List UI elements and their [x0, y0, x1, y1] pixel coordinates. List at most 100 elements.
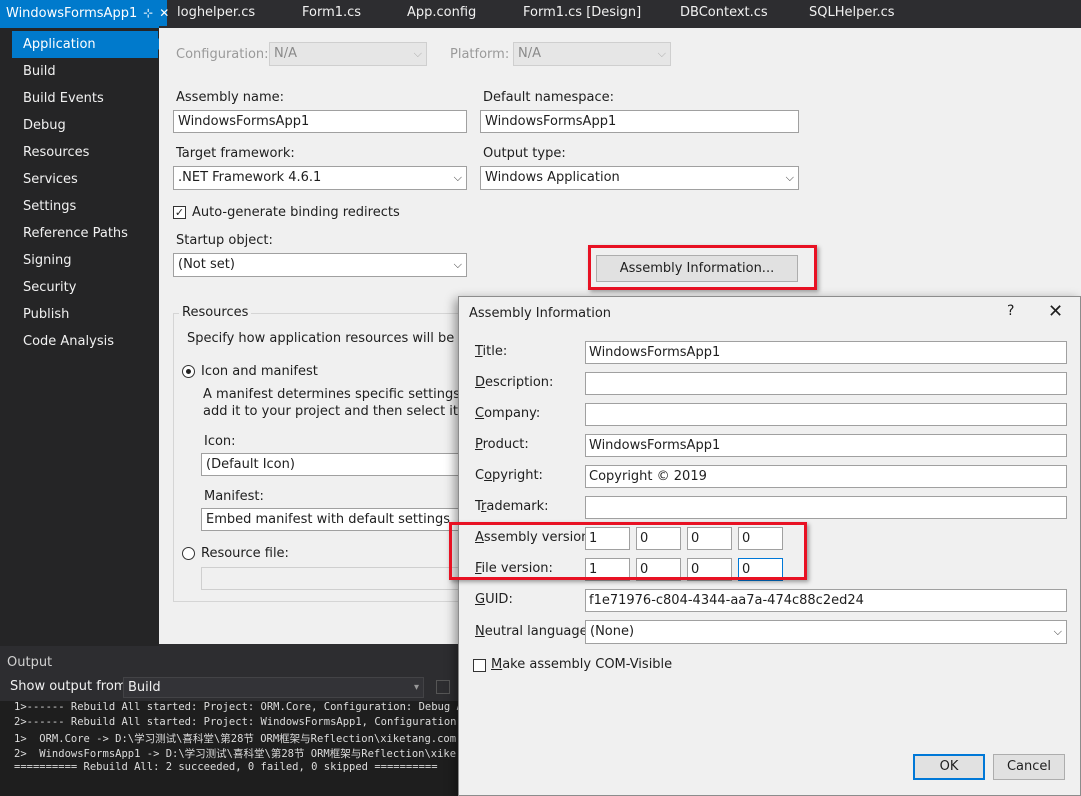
sidebar-item-services[interactable]: Services: [12, 166, 158, 193]
icon-label: Icon:: [204, 434, 236, 449]
sidebar-item-build-events[interactable]: Build Events: [12, 85, 158, 112]
output-line: 2> WindowsFormsApp1 -> D:\学习测试\喜科堂\第28节 …: [14, 748, 457, 760]
output-type-value: Windows Application: [485, 170, 620, 185]
icon-manifest-radio[interactable]: [182, 365, 195, 378]
chevron-down-icon: ⌵: [785, 171, 794, 184]
neutral-language-value: (None): [590, 624, 635, 639]
assembly-information-dialog: Assembly Information ? ✕ Title: WindowsF…: [449, 296, 1081, 796]
resource-file-input[interactable]: [201, 567, 463, 590]
assembly-name-input[interactable]: WindowsFormsApp1: [173, 110, 467, 133]
project-properties-nav: Application Build Build Events Debug Res…: [0, 26, 164, 646]
auto-binding-checkbox[interactable]: ✓: [173, 206, 186, 219]
configuration-select[interactable]: N/A ⌵: [269, 42, 427, 66]
default-namespace-label: Default namespace:: [483, 90, 615, 105]
sidebar-item-publish[interactable]: Publish: [12, 301, 158, 328]
pin-icon[interactable]: ⊹: [143, 0, 153, 26]
auto-binding-label: Auto-generate binding redirects: [192, 205, 400, 220]
sidebar-item-settings[interactable]: Settings: [12, 193, 158, 220]
manifest-label: Manifest:: [204, 489, 264, 504]
startup-object-value: (Not set): [178, 257, 235, 272]
title-label: Title:: [475, 344, 508, 359]
output-line: ========== Rebuild All: 2 succeeded, 0 f…: [14, 761, 438, 773]
chevron-down-icon: ⌵: [453, 171, 462, 184]
chevron-down-icon: ⌵: [1053, 625, 1062, 638]
default-namespace-input[interactable]: WindowsFormsApp1: [480, 110, 799, 133]
tab-loghelper[interactable]: loghelper.cs: [177, 0, 255, 26]
platform-select[interactable]: N/A ⌵: [513, 42, 671, 66]
tab-form1-cs[interactable]: Form1.cs: [302, 0, 361, 26]
tab-dbcontext[interactable]: DBContext.cs: [680, 0, 768, 26]
output-line: 1> ORM.Core -> D:\学习测试\喜科堂\第28节 ORM框架与Re…: [14, 733, 457, 745]
output-type-select[interactable]: Windows Application ⌵: [480, 166, 799, 190]
chevron-down-icon: ⌵: [657, 47, 666, 60]
resource-file-label: Resource file:: [201, 546, 289, 561]
product-input[interactable]: WindowsFormsApp1: [585, 434, 1067, 457]
neutral-language-label: Neutral language:: [475, 624, 593, 639]
com-visible-checkbox[interactable]: [473, 659, 486, 672]
cancel-button[interactable]: Cancel: [993, 754, 1065, 780]
chevron-down-icon: ▾: [413, 682, 419, 693]
tab-app-config[interactable]: App.config: [407, 0, 476, 26]
sidebar-item-application[interactable]: Application: [12, 31, 164, 58]
tab-form1-design[interactable]: Form1.cs [Design]: [523, 0, 641, 26]
show-output-select[interactable]: Build ▾: [123, 677, 424, 698]
target-framework-select[interactable]: .NET Framework 4.6.1 ⌵: [173, 166, 467, 190]
neutral-language-select[interactable]: (None) ⌵: [585, 620, 1067, 644]
title-input[interactable]: WindowsFormsApp1: [585, 341, 1067, 364]
tab-label: WindowsFormsApp1: [6, 6, 138, 21]
icon-select[interactable]: (Default Icon): [201, 453, 463, 476]
chevron-down-icon: ⌵: [413, 47, 422, 60]
close-icon[interactable]: ✕: [1048, 301, 1063, 322]
highlight-box-assembly-button: [588, 245, 817, 290]
startup-object-label: Startup object:: [176, 233, 273, 248]
copyright-input[interactable]: Copyright © 2019: [585, 465, 1067, 488]
close-icon[interactable]: ✕: [159, 0, 169, 26]
trademark-input[interactable]: [585, 496, 1067, 519]
manifest-description-2: add it to your project and then select i…: [203, 404, 493, 419]
tab-sqlhelper[interactable]: SQLHelper.cs: [809, 0, 895, 26]
description-input[interactable]: [585, 372, 1067, 395]
tab-windowsformsapp1[interactable]: WindowsFormsApp1 ⊹ ✕: [0, 0, 169, 26]
resource-file-radio[interactable]: [182, 547, 195, 560]
chevron-down-icon: ⌵: [453, 258, 462, 271]
output-line: 2>------ Rebuild All started: Project: W…: [14, 716, 482, 728]
sidebar-item-security[interactable]: Security: [12, 274, 158, 301]
ok-button[interactable]: OK: [913, 754, 985, 780]
highlight-box-versions: [449, 522, 807, 580]
startup-object-select[interactable]: (Not set) ⌵: [173, 253, 467, 277]
sidebar-item-build[interactable]: Build: [12, 58, 158, 85]
clear-output-icon[interactable]: [436, 680, 450, 694]
sidebar-item-debug[interactable]: Debug: [12, 112, 158, 139]
show-output-label: Show output from:: [10, 679, 131, 694]
platform-label: Platform:: [450, 47, 510, 62]
assembly-name-label: Assembly name:: [176, 90, 285, 105]
document-tab-strip: WindowsFormsApp1 ⊹ ✕ loghelper.cs Form1.cs…: [0, 0, 1081, 26]
output-line: 1>------ Rebuild All started: Project: O…: [14, 701, 476, 713]
sidebar-item-code-analysis[interactable]: Code Analysis: [12, 328, 158, 355]
copyright-label: Copyright:: [475, 468, 543, 483]
platform-value: N/A: [518, 46, 541, 61]
company-label: Company:: [475, 406, 541, 421]
company-input[interactable]: [585, 403, 1067, 426]
dialog-title: Assembly Information: [469, 306, 612, 321]
configuration-label: Configuration:: [176, 47, 269, 62]
configuration-value: N/A: [274, 46, 297, 61]
guid-input[interactable]: f1e71976-c804-4344-aa7a-474c88c2ed24: [585, 589, 1067, 612]
resources-group-label: Resources: [179, 305, 252, 320]
icon-manifest-label: Icon and manifest: [201, 364, 318, 379]
description-label: Description:: [475, 375, 554, 390]
sidebar-item-resources[interactable]: Resources: [12, 139, 158, 166]
target-framework-value: .NET Framework 4.6.1: [178, 170, 322, 185]
output-type-label: Output type:: [483, 146, 566, 161]
sidebar-item-reference-paths[interactable]: Reference Paths: [12, 220, 158, 247]
help-icon[interactable]: ?: [1007, 303, 1014, 319]
guid-label: GUID:: [475, 592, 513, 607]
sidebar-item-signing[interactable]: Signing: [12, 247, 158, 274]
resources-description: Specify how application resources will b…: [187, 331, 496, 346]
target-framework-label: Target framework:: [176, 146, 295, 161]
show-output-value: Build: [128, 680, 161, 695]
manifest-select[interactable]: Embed manifest with default settings: [201, 508, 463, 531]
manifest-description-1: A manifest determines specific settings …: [203, 387, 495, 402]
trademark-label: Trademark:: [475, 499, 549, 514]
com-visible-label: Make assembly COM-Visible: [491, 657, 673, 672]
